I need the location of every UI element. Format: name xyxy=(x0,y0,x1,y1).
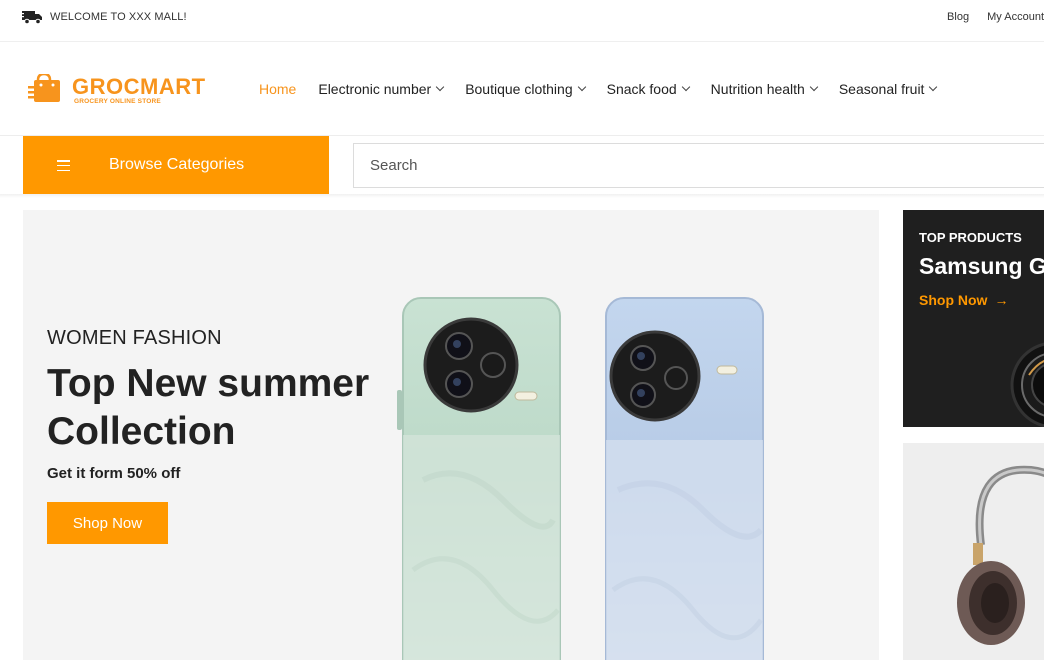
blog-link[interactable]: Blog xyxy=(947,11,969,23)
my-account-link[interactable]: My Account xyxy=(987,11,1044,23)
nav-nutrition-health[interactable]: Nutrition health xyxy=(710,81,819,97)
shop-now-button[interactable]: Shop Now xyxy=(47,502,168,544)
chevron-down-icon xyxy=(929,82,938,92)
truck-icon xyxy=(22,11,42,25)
promo-subtitle: TOP PRODUCTS xyxy=(919,230,1022,245)
hero-offer: Get it form 50% off xyxy=(47,465,181,482)
nav-seasonal-fruit[interactable]: Seasonal fruit xyxy=(838,81,938,97)
browse-categories-button[interactable]: Browse Categories xyxy=(23,136,329,194)
chevron-down-icon xyxy=(809,82,819,92)
search-input[interactable] xyxy=(353,143,1044,188)
nav-snack-food-label: Snack food xyxy=(606,81,677,97)
top-links: Blog My Account xyxy=(932,11,1044,23)
arrow-right-icon: → xyxy=(994,292,1009,308)
shopping-bag-icon xyxy=(28,74,60,102)
nav-home[interactable]: Home xyxy=(259,81,296,97)
logo-name: GROCMART xyxy=(72,74,206,99)
browse-categories-label: Browse Categories xyxy=(109,156,245,173)
nav-electronic-number-label: Electronic number xyxy=(318,81,432,97)
logo-tagline: GROCERY ONLINE STORE xyxy=(74,98,161,105)
chevron-down-icon xyxy=(577,82,586,92)
nav-boutique-clothing[interactable]: Boutique clothing xyxy=(465,81,586,97)
top-products-banner[interactable]: TOP PRODUCTS Samsung Galaxy Shop Now → xyxy=(903,210,1044,427)
smartphones-image xyxy=(397,297,764,660)
hero-subtitle: WOMEN FASHION xyxy=(47,327,222,349)
promo-shop-now-label: Shop Now xyxy=(919,292,988,308)
site-logo[interactable]: GROCMART GROCERY ONLINE STORE xyxy=(24,66,206,112)
divider xyxy=(0,194,1044,198)
nav-boutique-clothing-label: Boutique clothing xyxy=(465,81,573,97)
main-nav: Home Electronic number Boutique clothing… xyxy=(259,81,958,97)
headphones-banner[interactable] xyxy=(903,443,1044,660)
nav-electronic-number[interactable]: Electronic number xyxy=(318,81,445,97)
headphones-image xyxy=(957,465,1044,645)
nav-snack-food[interactable]: Snack food xyxy=(606,81,690,97)
nav-seasonal-fruit-label: Seasonal fruit xyxy=(838,81,925,97)
camera-lens-image xyxy=(1010,342,1044,427)
hero-banner: WOMEN FASHION Top New summer Collection … xyxy=(23,210,879,660)
chevron-down-icon xyxy=(435,82,445,92)
hamburger-icon xyxy=(57,160,70,172)
hero-title: Top New summer Collection xyxy=(47,362,370,453)
main-header: GROCMART GROCERY ONLINE STORE Home Elect… xyxy=(0,42,1044,136)
welcome-message: WELCOME TO XXX MALL! xyxy=(50,11,187,23)
top-bar: WELCOME TO XXX MALL! Blog My Account xyxy=(0,0,1044,42)
promo-title: Samsung Galaxy xyxy=(919,253,1044,279)
chevron-down-icon xyxy=(681,82,690,92)
nav-home-label: Home xyxy=(259,81,297,97)
nav-nutrition-health-label: Nutrition health xyxy=(710,81,805,97)
promo-shop-now-link[interactable]: Shop Now → xyxy=(919,292,1008,308)
